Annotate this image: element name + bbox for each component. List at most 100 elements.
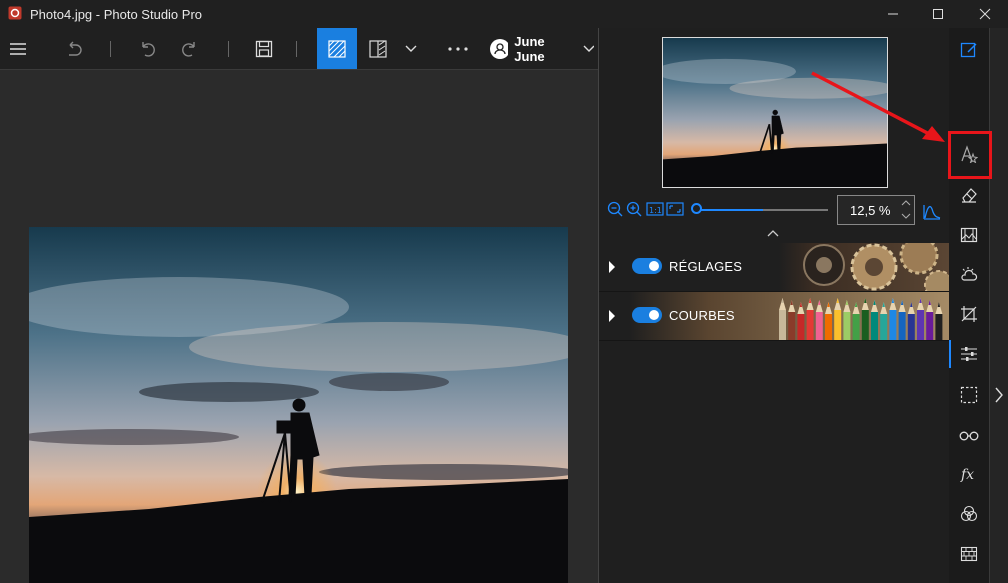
save-button[interactable] — [250, 28, 278, 69]
zoom-slider-fill — [698, 209, 763, 211]
color-tool-button[interactable] — [949, 496, 989, 532]
pencil-body — [779, 310, 786, 340]
close-icon — [979, 8, 991, 20]
pencil-body — [926, 312, 934, 340]
undo-history-icon — [69, 41, 82, 56]
toolbar: June June — [0, 28, 598, 70]
split-view-dropdown[interactable] — [402, 28, 420, 69]
effects-tool-button[interactable]: fx — [949, 456, 989, 492]
minimize-icon — [888, 13, 898, 15]
chevron-right-icon[interactable] — [994, 387, 1004, 403]
zoom-spinner-icon[interactable] — [901, 197, 911, 223]
pencil-body — [907, 314, 915, 340]
expand-arrow-icon[interactable] — [609, 261, 615, 273]
pencil-body — [843, 312, 851, 340]
app-icon — [8, 6, 22, 20]
annotation-highlight-box — [948, 131, 992, 179]
color-mix-icon — [960, 505, 978, 522]
selection-icon — [960, 386, 978, 404]
selection-tool-button[interactable] — [949, 377, 989, 413]
section-label: COURBES — [669, 308, 735, 323]
minimize-button[interactable] — [870, 0, 916, 28]
undo-button[interactable] — [134, 28, 162, 69]
undo-icon — [142, 41, 155, 57]
navigator-photo — [663, 38, 887, 187]
fit-screen-icon — [666, 202, 684, 216]
pencil-body — [852, 314, 860, 340]
courbes-toggle[interactable] — [632, 307, 662, 323]
maximize-button[interactable] — [915, 0, 961, 28]
user-icon — [490, 38, 509, 59]
split-view-icon — [369, 39, 387, 58]
more-icon — [448, 46, 468, 51]
menu-icon — [10, 42, 26, 55]
pencil-body — [825, 314, 832, 340]
lens-tool-button[interactable] — [949, 417, 989, 453]
pencil-body — [889, 310, 897, 340]
toolbar-separator — [296, 41, 297, 57]
navigator-thumbnail[interactable] — [662, 37, 888, 188]
zoom-value: 12,5 % — [850, 203, 891, 218]
redo-icon — [182, 41, 195, 57]
maximize-icon — [933, 9, 943, 19]
pencil-body — [788, 312, 796, 340]
crop-icon — [961, 306, 977, 322]
zoom-in-icon — [626, 201, 642, 217]
more-button[interactable] — [444, 28, 472, 69]
collapse-chevron-icon[interactable] — [767, 229, 779, 237]
adjust-sliders-icon — [961, 347, 977, 361]
zoom-value-field[interactable]: 12,5 % — [837, 195, 915, 225]
weather-tool-button[interactable] — [949, 256, 989, 292]
undo-history-button[interactable] — [60, 28, 88, 69]
histogram-icon[interactable] — [923, 202, 941, 220]
split-view-button[interactable] — [364, 28, 392, 69]
gears-banner-image — [779, 243, 949, 291]
menu-button[interactable] — [4, 28, 32, 69]
panel-expand-rail[interactable] — [989, 28, 1008, 583]
svg-text:fx: fx — [960, 467, 974, 483]
svg-text:1:1: 1:1 — [649, 206, 662, 215]
chevron-down-icon — [583, 45, 594, 52]
section-reglages[interactable]: RÉGLAGES — [599, 243, 949, 292]
user-menu[interactable]: June June — [490, 28, 594, 69]
edit-tool-button[interactable] — [949, 32, 989, 68]
photo-compare-icon — [960, 227, 978, 243]
glasses-icon — [959, 431, 979, 441]
redo-button[interactable] — [175, 28, 203, 69]
eraser-icon — [962, 188, 977, 203]
pencil-body — [880, 314, 888, 340]
zoom-buttons: 1:1 — [607, 201, 684, 217]
before-after-button[interactable] — [317, 28, 357, 69]
window-title: Photo4.jpg - Photo Studio Pro — [30, 7, 203, 22]
crop-tool-button[interactable] — [949, 296, 989, 332]
section-courbes[interactable]: COURBES — [599, 292, 949, 341]
expand-arrow-icon[interactable] — [609, 310, 615, 322]
chevron-down-icon — [405, 45, 417, 52]
before-after-icon — [328, 39, 346, 58]
toolbar-separator — [228, 41, 229, 57]
actual-size-icon: 1:1 — [646, 202, 664, 216]
pencil-body — [917, 310, 924, 340]
sunset-photo — [29, 227, 568, 583]
pencil-body — [935, 314, 943, 340]
pencil-body — [861, 310, 869, 340]
texture-icon — [960, 546, 978, 562]
tool-sidebar: fx — [949, 28, 989, 583]
zoom-out-icon — [607, 201, 623, 217]
pencil-body — [898, 312, 906, 340]
save-icon — [255, 40, 273, 57]
main-photo[interactable] — [29, 227, 568, 583]
texture-tool-button[interactable] — [949, 536, 989, 572]
active-indicator — [949, 340, 951, 368]
weather-icon — [961, 267, 978, 281]
close-button[interactable] — [962, 0, 1008, 28]
eraser-tool-button[interactable] — [949, 177, 989, 213]
section-label: RÉGLAGES — [669, 259, 743, 274]
compare-tool-button[interactable] — [949, 217, 989, 253]
zoom-slider-thumb[interactable] — [691, 203, 702, 214]
pencil-body — [834, 310, 842, 340]
adjust-tool-button[interactable] — [949, 336, 989, 372]
pencil-body — [815, 312, 823, 340]
title-bar: Photo4.jpg - Photo Studio Pro — [0, 0, 1008, 28]
reglages-toggle[interactable] — [632, 258, 662, 274]
